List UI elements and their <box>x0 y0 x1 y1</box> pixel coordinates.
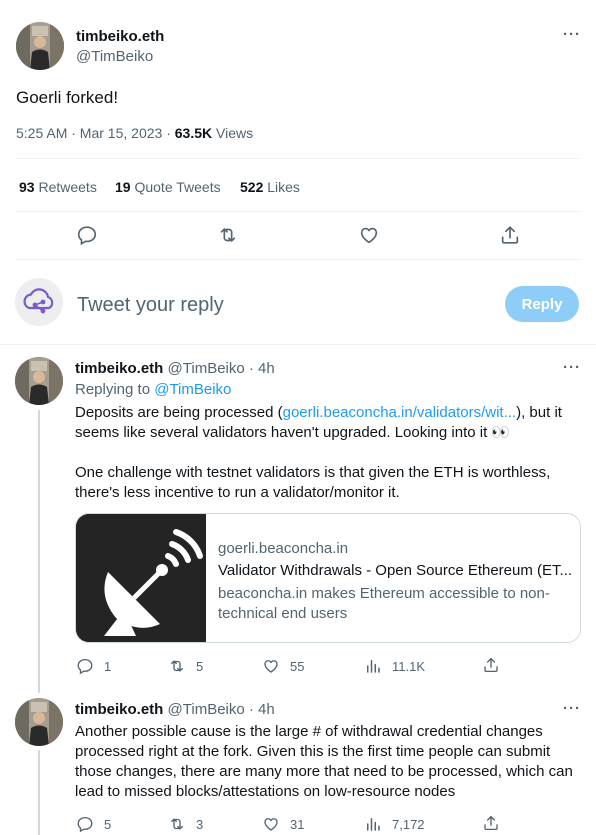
retweet-action[interactable]: 3 <box>168 815 203 833</box>
author-display-name[interactable]: timbeiko.eth <box>75 360 163 377</box>
retweet-action[interactable]: 5 <box>168 657 203 675</box>
like-action[interactable]: 55 <box>262 657 304 675</box>
author-display-name[interactable]: timbeiko.eth <box>76 28 164 45</box>
reply-icon <box>76 657 94 675</box>
author-handle[interactable]: @TimBeiko <box>76 48 153 65</box>
reply-action[interactable]: 5 <box>76 815 111 833</box>
share-icon[interactable] <box>482 656 500 674</box>
replying-to-link[interactable]: @TimBeiko <box>154 381 231 398</box>
views-count: 63.5K <box>174 125 213 141</box>
replying-to: Replying to @TimBeiko <box>75 381 232 398</box>
handle-time[interactable]: @TimBeiko · 4h <box>168 360 275 377</box>
likes-stat[interactable]: 522 Likes <box>240 179 300 195</box>
more-icon[interactable]: ··· <box>563 26 581 43</box>
divider <box>16 211 581 212</box>
avatar[interactable] <box>15 357 63 405</box>
reply-icon[interactable] <box>76 224 98 246</box>
reply-action[interactable]: 1 <box>76 657 111 675</box>
share-icon[interactable] <box>482 814 500 832</box>
views-icon <box>364 657 382 675</box>
views-label: Views <box>212 125 254 141</box>
link-card[interactable]: goerli.beaconcha.in Validator Withdrawal… <box>75 513 581 643</box>
retweet-icon <box>168 815 186 833</box>
more-icon[interactable]: ··· <box>563 700 581 717</box>
like-icon <box>262 657 280 675</box>
reply-text: Another possible cause is the large # of… <box>75 723 573 800</box>
divider <box>16 158 581 159</box>
thread-line <box>38 750 40 835</box>
card-description: beaconcha.in makes Ethereum accessible t… <box>218 585 550 622</box>
tweet-stats: 93 Retweets <box>19 179 97 195</box>
retweet-icon[interactable] <box>217 224 239 246</box>
reply-header: timbeiko.eth @TimBeiko · 4h <box>75 360 275 377</box>
reply-input[interactable]: Tweet your reply <box>77 294 224 317</box>
avatar[interactable] <box>15 698 63 746</box>
divider <box>0 344 596 345</box>
satellite-dish-icon <box>76 514 206 642</box>
author-display-name[interactable]: timbeiko.eth <box>75 701 163 718</box>
thread-line <box>38 410 40 693</box>
card-title: Validator Withdrawals - Open Source Ethe… <box>218 562 573 579</box>
quote-tweets-stat[interactable]: 19 Quote Tweets <box>115 179 221 195</box>
tweet-time[interactable]: 5:25 AM · Mar 15, 2023 · <box>16 125 175 141</box>
tweet-link[interactable]: goerli.beaconcha.in/validators/wit... <box>283 404 516 421</box>
retweets-stat[interactable]: 93 Retweets <box>19 179 97 195</box>
like-icon <box>262 815 280 833</box>
handle-time[interactable]: @TimBeiko · 4h <box>168 701 275 718</box>
retweet-icon <box>168 657 186 675</box>
composer-avatar[interactable] <box>15 278 63 326</box>
reply-text: Deposits are being processed (goerli.bea… <box>75 404 562 501</box>
avatar[interactable] <box>16 22 64 70</box>
tweet-meta: 5:25 AM · Mar 15, 2023 · 63.5K Views <box>16 125 253 141</box>
like-icon[interactable] <box>358 224 380 246</box>
reply-button[interactable]: Reply <box>505 286 579 322</box>
reply-header: timbeiko.eth @TimBeiko · 4h <box>75 701 275 718</box>
divider <box>16 259 581 260</box>
share-icon[interactable] <box>499 224 521 246</box>
views-action[interactable]: 7,172 <box>364 815 425 833</box>
like-action[interactable]: 31 <box>262 815 304 833</box>
reply-icon <box>76 815 94 833</box>
cloud-network-icon <box>23 288 54 314</box>
card-image <box>76 514 206 642</box>
more-icon[interactable]: ··· <box>563 359 581 376</box>
card-domain: goerli.beaconcha.in <box>218 540 349 557</box>
views-icon <box>364 815 382 833</box>
views-action[interactable]: 11.1K <box>364 657 425 675</box>
tweet-text: Goerli forked! <box>16 88 119 107</box>
